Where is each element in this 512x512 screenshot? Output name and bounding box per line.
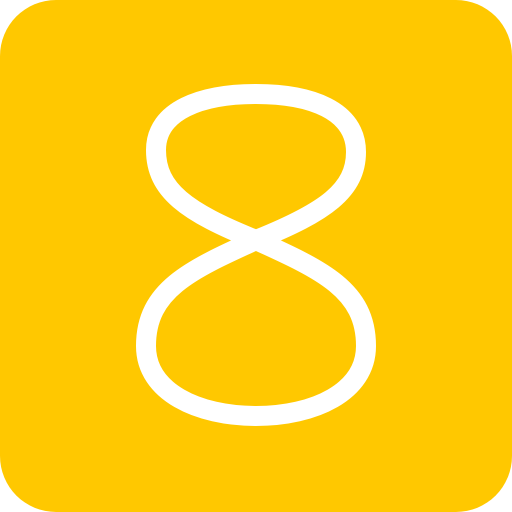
number-eight-tile: 8 [0, 0, 512, 512]
eight-glyph-outline [136, 84, 376, 426]
number-eight-icon [136, 84, 376, 426]
